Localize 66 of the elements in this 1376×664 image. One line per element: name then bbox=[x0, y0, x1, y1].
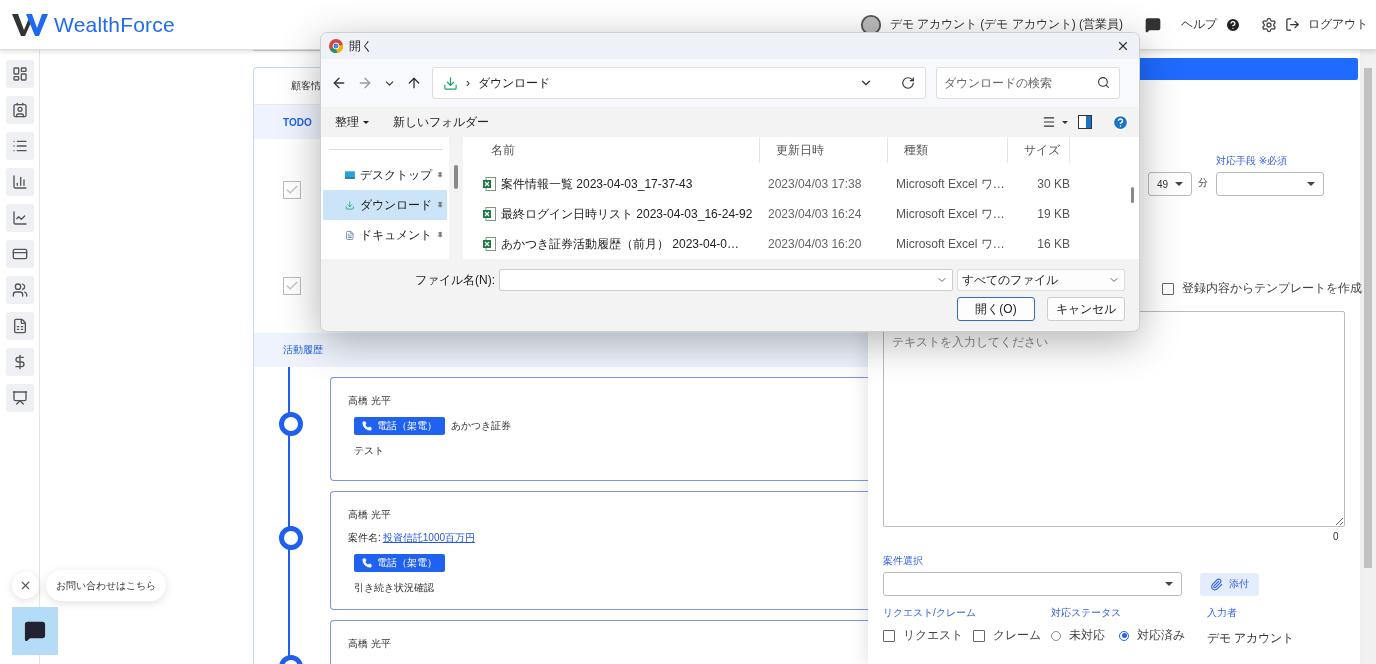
status-radio[interactable]: 対応済み bbox=[1119, 627, 1185, 644]
logo-text: WealthForce bbox=[54, 12, 175, 37]
file-type-select[interactable]: すべてのファイル bbox=[957, 269, 1125, 291]
nav-item[interactable]: ドキュメント bbox=[323, 220, 447, 250]
file-size: 30 KB bbox=[1036, 177, 1070, 191]
user-name: デモ アカウント (デモ アカウント) (営業員) bbox=[889, 16, 1123, 33]
path-text: ダウンロード bbox=[478, 74, 550, 92]
file-row[interactable]: あかつき証券活動履歴（前月） 2023-04-0… 2023/04/03 16:20 Microsoft Excel ワ… 16 KB bbox=[475, 229, 1125, 259]
cancel-button[interactable]: キャンセル bbox=[1047, 297, 1125, 321]
tab[interactable]: 顧客情 bbox=[291, 79, 321, 93]
file-name: 最終ログイン日時リスト 2023-04-03_16-24-92 bbox=[475, 205, 760, 223]
field-label: 入力者 bbox=[1207, 606, 1238, 620]
file-name: あかつき証券活動履歴（前月） 2023-04-0… bbox=[475, 235, 760, 253]
file-type: Microsoft Excel ワ… bbox=[895, 235, 1006, 253]
channel-tag: 電話（架電） bbox=[354, 554, 445, 572]
author-value: デモ アカウント bbox=[1207, 630, 1295, 647]
request-checkbox[interactable]: リクエスト bbox=[883, 627, 963, 644]
path-separator: › bbox=[466, 76, 470, 90]
nav-item[interactable]: ダウンロード bbox=[323, 190, 447, 220]
file-name: 案件情報一覧 2023-04-03_17-37-43 bbox=[475, 175, 760, 193]
template-checkbox[interactable]: 登録内容からテンプレートを作成 bbox=[1162, 280, 1362, 297]
chat-prompt: お問い合わせはこちら bbox=[46, 570, 166, 601]
file-date: 2023/04/03 17:38 bbox=[767, 177, 863, 191]
author-name: 高橋 光平 bbox=[348, 394, 392, 408]
file-size: 16 KB bbox=[1036, 237, 1070, 251]
column-header[interactable]: 名前 bbox=[475, 137, 760, 163]
help-link[interactable]: ヘルプ bbox=[1181, 16, 1217, 33]
field-label: 案件選択 bbox=[883, 554, 924, 568]
organize-button[interactable]: 整理 bbox=[335, 113, 369, 131]
status-radio[interactable]: 未対応 bbox=[1051, 627, 1105, 644]
activity-note: テスト bbox=[354, 444, 384, 458]
open-button[interactable]: 開く(O) bbox=[957, 297, 1035, 321]
author-name: 高橋 光平 bbox=[348, 508, 392, 522]
case-link[interactable]: 投資信託1000百万円 bbox=[382, 531, 476, 545]
section-title: 活動履歴 bbox=[283, 343, 323, 357]
case-label: 案件名: bbox=[348, 531, 381, 545]
file-date: 2023/04/03 16:24 bbox=[767, 207, 863, 221]
new-folder-button[interactable]: 新しいフォルダー bbox=[393, 113, 489, 131]
column-header[interactable]: 更新日時 bbox=[760, 137, 888, 163]
file-type: Microsoft Excel ワ… bbox=[895, 205, 1006, 223]
activity-note: 引き続き状況確認 bbox=[354, 581, 434, 595]
author-name: 高橋 光平 bbox=[348, 637, 392, 651]
char-count: 0 bbox=[1333, 531, 1339, 542]
column-header[interactable]: サイズ bbox=[1008, 137, 1070, 163]
file-size: 19 KB bbox=[1036, 207, 1070, 221]
field-label: 対応手段 ※必須 bbox=[1216, 154, 1289, 168]
field-label: 対応ステータス bbox=[1051, 606, 1122, 620]
channel-tag: 電話（架電） bbox=[354, 417, 445, 435]
company-name: あかつき証券 bbox=[451, 419, 511, 433]
attach-button[interactable]: 添付 bbox=[1200, 572, 1259, 596]
request-checkbox[interactable]: クレーム bbox=[973, 627, 1041, 644]
nav-item[interactable]: デスクトップ bbox=[323, 160, 447, 190]
file-row[interactable]: 案件情報一覧 2023-04-03_17-37-43 2023/04/03 17:38 Microsoft Excel ワ… 30 KB bbox=[475, 169, 1125, 199]
file-date: 2023/04/03 16:20 bbox=[767, 237, 863, 251]
minute-select[interactable]: 49 bbox=[1148, 172, 1192, 196]
section-title: TODO bbox=[283, 116, 312, 128]
dialog-title: 開く bbox=[349, 37, 373, 55]
field-label: リクエスト/クレーム bbox=[883, 606, 977, 620]
search-field[interactable]: ダウンロードの検索 bbox=[936, 67, 1120, 99]
address-field[interactable]: › ダウンロード bbox=[432, 67, 926, 99]
logout-link[interactable]: ログアウト bbox=[1308, 16, 1368, 33]
file-type: Microsoft Excel ワ… bbox=[895, 175, 1006, 193]
column-header[interactable]: 種類 bbox=[888, 137, 1008, 163]
minute-unit: 分 bbox=[1198, 176, 1208, 190]
file-row[interactable]: 最終ログイン日時リスト 2023-04-03_16-24-92 2023/04/03 16:24 Microsoft Excel ワ… 19 KB bbox=[475, 199, 1125, 229]
filename-label: ファイル名(N): bbox=[415, 271, 495, 289]
